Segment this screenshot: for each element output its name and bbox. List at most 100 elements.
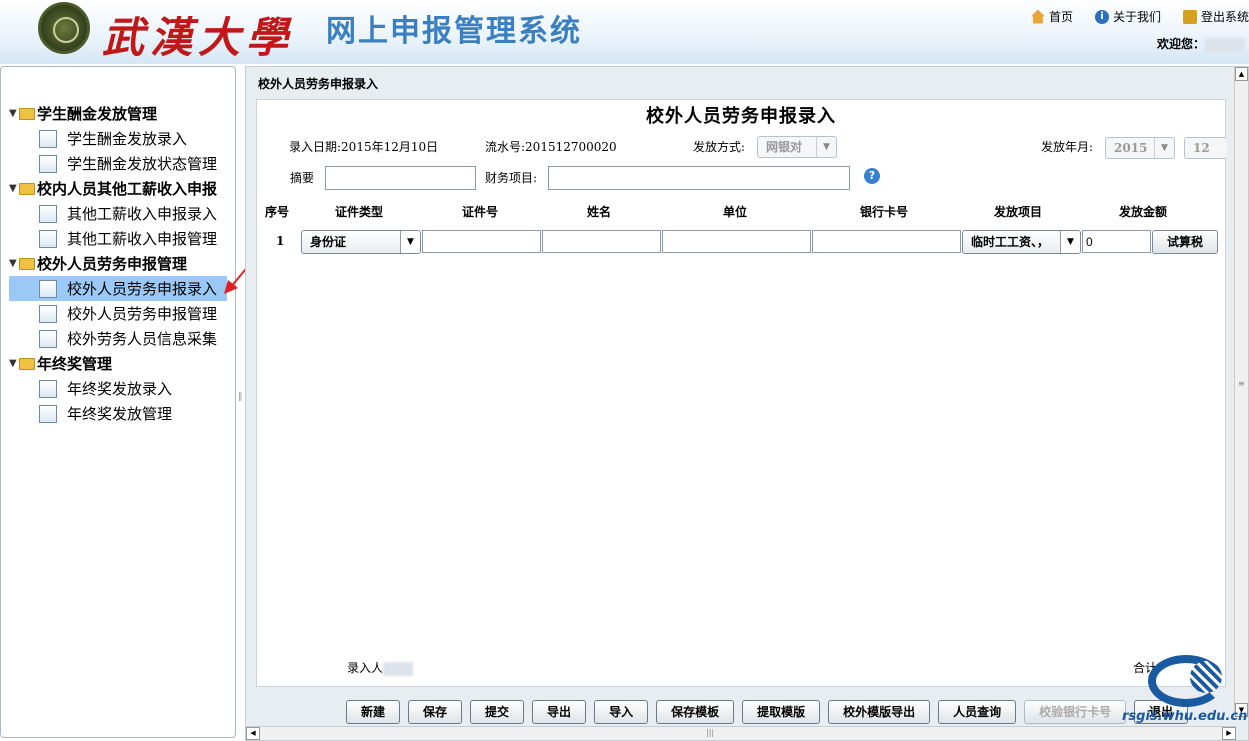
- about-link[interactable]: i 关于我们: [1094, 8, 1161, 25]
- home-link[interactable]: 首页: [1030, 8, 1073, 25]
- serial-number: 流水号:201512700020: [485, 140, 617, 154]
- nav-group-student-pay[interactable]: ▼ 学生酬金发放管理: [9, 101, 227, 126]
- chevron-down-icon: ▼: [400, 231, 420, 253]
- id-type-select[interactable]: 身份证 ▼: [301, 230, 421, 254]
- help-icon[interactable]: ?: [864, 168, 880, 184]
- action-button-bar: 新建 保存 提交 导出 导入 保存模板 提取模版 校外模版导出 人员查询 校验银…: [346, 700, 1189, 724]
- load-template-button[interactable]: 提取模版: [742, 700, 821, 724]
- folder-icon: [19, 257, 35, 270]
- new-button[interactable]: 新建: [346, 700, 401, 724]
- scroll-up-icon[interactable]: ▲: [1235, 67, 1248, 81]
- export-button[interactable]: 导出: [532, 700, 587, 724]
- import-button[interactable]: 导入: [594, 700, 649, 724]
- scroll-grip-icon: |||: [706, 728, 715, 737]
- unit-input[interactable]: [662, 230, 811, 253]
- vertical-scrollbar[interactable]: ▲ ≡ ▼: [1234, 67, 1248, 717]
- horizontal-scrollbar[interactable]: ◀ ||| ▶: [246, 726, 1236, 740]
- pay-item-select[interactable]: 临时工工资、， ▼: [962, 230, 1081, 254]
- document-icon: [39, 204, 57, 223]
- nav-item-label: 其他工薪收入申报录入: [67, 205, 218, 223]
- nav-item-external-labor-entry[interactable]: 校外人员劳务申报录入: [9, 276, 227, 301]
- nav-item-external-info-collect[interactable]: 校外劳务人员信息采集: [9, 326, 227, 351]
- pay-method-select[interactable]: 网银对 ▼: [757, 136, 837, 158]
- table-icon: [39, 404, 57, 423]
- id-number-input[interactable]: [422, 230, 541, 253]
- expand-arrow-icon[interactable]: ▼: [9, 108, 19, 119]
- nav-group-internal-income[interactable]: ▼ 校内人员其他工薪收入申报: [9, 176, 227, 201]
- pay-year-select[interactable]: 2015 ▼: [1105, 137, 1175, 159]
- pay-ym-label: 发放年月:: [1041, 140, 1094, 154]
- summary-label: 摘要: [290, 171, 315, 185]
- col-header-name: 姓名: [587, 205, 612, 219]
- nav-item-other-income-manage[interactable]: 其他工薪收入申报管理: [9, 226, 227, 251]
- submit-button[interactable]: 提交: [470, 700, 525, 724]
- pay-month-value: 12: [1193, 141, 1210, 155]
- bank-card-input[interactable]: [812, 230, 961, 253]
- finance-item-input[interactable]: [548, 166, 850, 190]
- entered-by-label: 录入人: [347, 659, 414, 676]
- col-header-bank-card: 银行卡号: [860, 205, 909, 219]
- nav-item-external-labor-manage[interactable]: 校外人员劳务申报管理: [9, 301, 227, 326]
- folder-icon: [19, 107, 35, 120]
- nav-item-bonus-entry[interactable]: 年终奖发放录入: [9, 376, 227, 401]
- nav-item-label: 年终奖发放管理: [67, 405, 173, 423]
- folder-icon: [19, 357, 35, 370]
- watermark-globe-icon: [1190, 661, 1222, 693]
- nav-group-label: 校外人员劳务申报管理: [37, 255, 188, 273]
- chevron-down-icon: ▼: [1060, 231, 1080, 253]
- breadcrumb: 校外人员劳务申报录入: [258, 77, 379, 91]
- sidebar-collapse-handle[interactable]: ‖: [238, 392, 243, 408]
- pay-year-value: 2015: [1114, 141, 1148, 155]
- calc-tax-button[interactable]: 试算税: [1152, 230, 1218, 254]
- person-query-button[interactable]: 人员查询: [938, 700, 1017, 724]
- amount-input[interactable]: [1082, 230, 1151, 253]
- edit-document-icon: [39, 304, 57, 323]
- nav-item-student-pay-entry[interactable]: 学生酬金发放录入: [9, 126, 227, 151]
- edit-document-icon: [39, 229, 57, 248]
- verify-bank-card-button[interactable]: 校验银行卡号: [1024, 700, 1127, 724]
- pay-item-value: 临时工工资、，: [971, 235, 1050, 249]
- main-content: 校外人员劳务申报录入 校外人员劳务申报录入 录入日期:2015年12月10日 流…: [245, 66, 1249, 741]
- col-header-pay-item: 发放项目: [994, 205, 1043, 219]
- expand-arrow-icon[interactable]: ▼: [9, 358, 19, 369]
- table-icon: [39, 379, 57, 398]
- nav-item-label: 其他工薪收入申报管理: [67, 230, 218, 248]
- expand-arrow-icon[interactable]: ▼: [9, 258, 19, 269]
- nav-item-label: 学生酬金发放状态管理: [67, 155, 218, 173]
- chevron-down-icon: ▼: [816, 137, 836, 157]
- logout-link[interactable]: 登出系统: [1182, 8, 1249, 25]
- nav-item-student-pay-status[interactable]: 学生酬金发放状态管理: [9, 151, 227, 176]
- pay-month-select[interactable]: 12: [1184, 137, 1227, 159]
- nav-item-bonus-manage[interactable]: 年终奖发放管理: [9, 401, 227, 426]
- info-icon: i: [1094, 9, 1109, 24]
- scroll-left-icon[interactable]: ◀: [246, 727, 260, 740]
- nav-item-label: 年终奖发放录入: [67, 380, 173, 398]
- site-watermark-logo: rsgis.whu.edu.cn: [1122, 655, 1247, 735]
- col-header-id-number: 证件号: [462, 205, 499, 219]
- nav-item-other-income-entry[interactable]: 其他工薪收入申报录入: [9, 201, 227, 226]
- id-type-value: 身份证: [310, 235, 347, 249]
- save-template-button[interactable]: 保存模板: [656, 700, 735, 724]
- nav-group-year-end-bonus[interactable]: ▼ 年终奖管理: [9, 351, 227, 376]
- add-document-icon: [39, 279, 57, 298]
- col-header-index: 序号: [265, 205, 290, 219]
- nav-group-external-labor[interactable]: ▼ 校外人员劳务申报管理: [9, 251, 227, 276]
- name-input[interactable]: [542, 230, 661, 253]
- import-icon: [39, 329, 57, 348]
- summary-input[interactable]: [325, 166, 476, 190]
- nav-tree: ▼ 学生酬金发放管理 学生酬金发放录入 学生酬金发放状态管理 ▼ 校内人员其他工薪收…: [9, 101, 227, 426]
- document-icon: [39, 154, 57, 173]
- nav-item-label: 校外劳务人员信息采集: [67, 330, 218, 348]
- welcome-text: 欢迎您：: [1157, 35, 1246, 52]
- university-name: 武漢大學: [102, 13, 295, 62]
- export-external-template-button[interactable]: 校外模版导出: [828, 700, 931, 724]
- scroll-grip-icon: ≡: [1238, 379, 1245, 388]
- col-header-amount: 发放金额: [1119, 205, 1168, 219]
- nav-item-label: 校外人员劳务申报管理: [67, 305, 218, 323]
- col-header-unit: 单位: [723, 205, 748, 219]
- top-links: 首页 i 关于我们 登出系统: [1030, 8, 1249, 25]
- expand-arrow-icon[interactable]: ▼: [9, 183, 19, 194]
- about-link-label: 关于我们: [1112, 10, 1161, 24]
- save-button[interactable]: 保存: [408, 700, 463, 724]
- chevron-down-icon: ▼: [1154, 138, 1174, 158]
